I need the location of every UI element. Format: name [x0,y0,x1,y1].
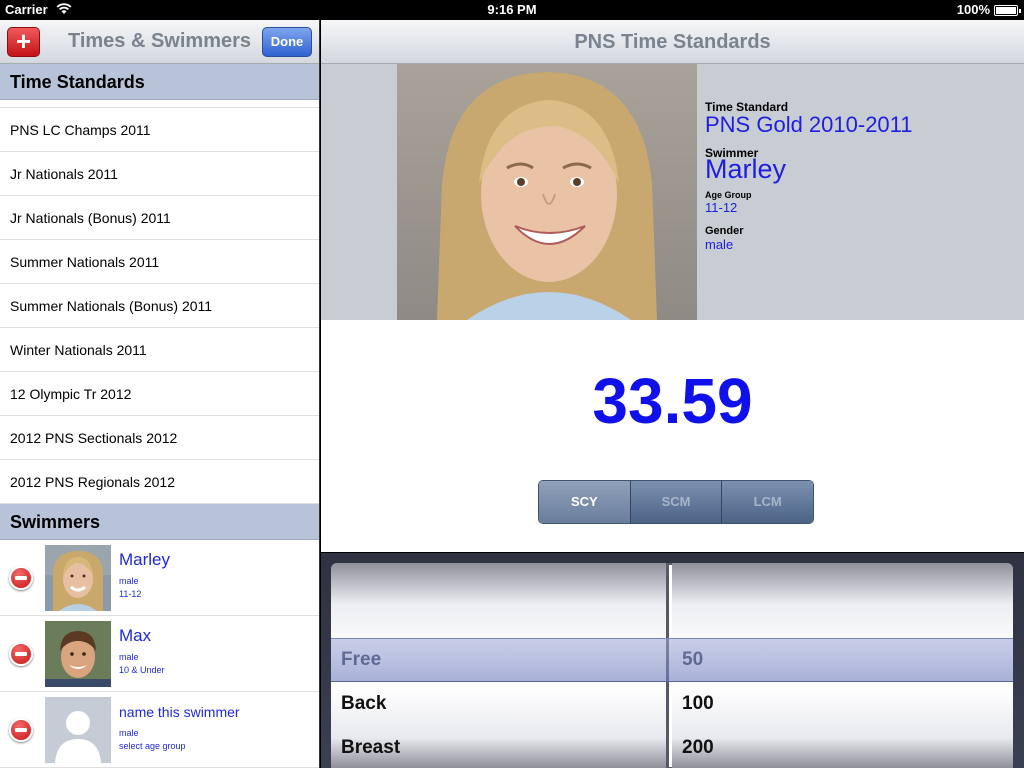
section-gap [0,100,319,108]
swimmer-large-photo [397,64,697,320]
course-segmented-control: SCY SCM LCM [538,480,814,524]
section-header-swimmers: Swimmers [0,504,319,540]
delete-icon[interactable] [9,642,33,666]
done-button[interactable]: Done [262,27,312,57]
distance-option[interactable]: 100 [682,682,714,726]
swimmer-gender: male [119,652,139,662]
segment-scy[interactable]: SCY [539,481,630,523]
status-bar: Carrier 9:16 PM 100% [0,0,1024,20]
delete-icon[interactable] [9,566,33,590]
time-standard-item[interactable]: Summer Nationals 2011 [0,240,319,284]
event-picker: Free Back Breast 50 100 200 [321,552,1024,768]
time-standard-item[interactable]: PNS LC Champs 2011 [0,108,319,152]
segment-lcm[interactable]: LCM [721,481,813,523]
time-standard-item[interactable]: 12 Olympic Tr 2012 [0,372,319,416]
delete-icon[interactable] [9,718,33,742]
swimmer-info: Time Standard PNS Gold 2010-2011 Swimmer… [705,100,1015,262]
time-standard-value: PNS Gold 2010-2011 [705,112,913,137]
swimmer-gender: male [119,576,139,586]
master-nav-bar: + Times & Swimmers Done [0,20,319,64]
swimmer-name: Marley [119,550,171,569]
placeholder-avatar-icon [45,697,111,763]
swimmer-row-new[interactable]: name this swimmer male select age group [0,692,319,768]
detail-title: PNS Time Standards [321,20,1024,64]
age-group-value: 11-12 [705,200,738,215]
time-standard-item[interactable]: Winter Nationals 2011 [0,328,319,372]
battery-percent: 100% [956,2,990,17]
swimmer-photo [45,621,111,687]
swimmer-photo [45,545,111,611]
swimmer-row-max[interactable]: Max male 10 & Under [0,616,319,692]
section-header-time-standards: Time Standards [0,64,319,100]
age-group-label: Age Group [705,190,752,200]
swimmer-gender: male [119,728,139,738]
time-standard-item[interactable]: Jr Nationals (Bonus) 2011 [0,196,319,240]
swimmer-header: Time Standard PNS Gold 2010-2011 Swimmer… [321,64,1024,320]
clock: 9:16 PM [487,2,537,17]
gender-label: Gender [705,225,744,237]
stroke-wheel[interactable]: Free Back Breast [331,563,669,768]
gender-value: male [705,237,734,252]
swimmer-age-group: 11-12 [119,589,142,599]
battery-icon [994,5,1021,16]
swimmer-value: Marley [705,154,787,184]
time-standards-list: PNS LC Champs 2011 Jr Nationals 2011 Jr … [0,108,319,504]
picker-frame: Free Back Breast 50 100 200 [331,563,1013,768]
time-standard-item[interactable]: Jr Nationals 2011 [0,152,319,196]
stroke-option[interactable]: Breast [341,726,400,768]
time-standard-item[interactable]: 2012 PNS Regionals 2012 [0,460,319,504]
master-pane: + Times & Swimmers Done Time Standards P… [0,20,320,768]
time-standard-item[interactable]: 2012 PNS Sectionals 2012 [0,416,319,460]
swimmer-name: name this swimmer [119,704,240,720]
standard-time-display: 33.59 [592,365,753,437]
segment-scm[interactable]: SCM [629,481,722,523]
distance-option[interactable]: 200 [682,726,714,768]
swimmer-name: Max [119,626,152,645]
stroke-option[interactable]: Back [341,682,386,726]
distance-wheel[interactable]: 50 100 200 [672,563,1013,768]
distance-option[interactable]: 50 [682,638,703,682]
detail-pane: PNS Time Standards Time Standard PNS Gol… [321,20,1024,768]
swimmer-row-marley[interactable]: Marley male 11-12 [0,540,319,616]
swimmer-age-group: select age group [119,741,186,751]
stroke-option[interactable]: Free [341,638,381,682]
swimmer-age-group: 10 & Under [119,665,165,675]
time-standard-item[interactable]: Summer Nationals (Bonus) 2011 [0,284,319,328]
